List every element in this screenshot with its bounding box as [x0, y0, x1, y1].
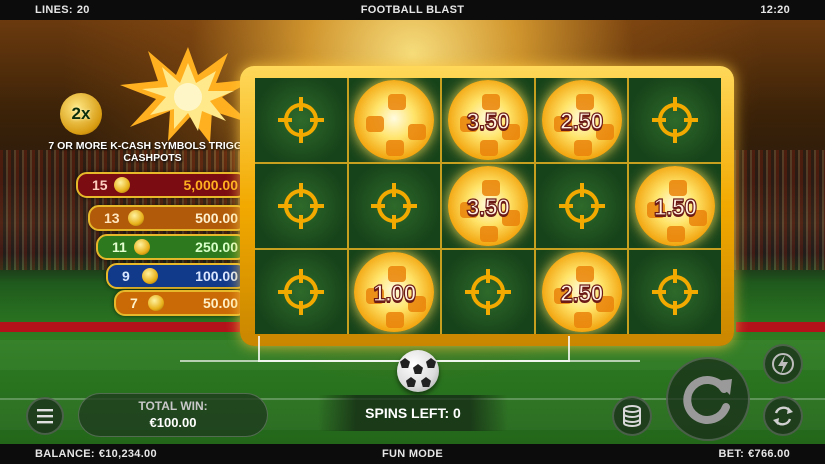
reel-cell [348, 164, 441, 248]
paytable-row: 11 250.00 [96, 234, 248, 260]
paytable-amount: 50.00 [202, 295, 238, 311]
menu-button[interactable] [26, 397, 64, 435]
bet-indicator: BET: €766.00 [718, 448, 790, 460]
total-win-panel: TOTAL WIN: €100.00 [78, 393, 268, 437]
reel-cell: 3.50 [442, 78, 534, 162]
clock: 12:20 [760, 4, 790, 16]
spins-left-label: SPINS LEFT: [365, 405, 450, 421]
reel-cell: 1.50 [629, 164, 721, 248]
paytable-symbol-count: 15 [92, 177, 108, 193]
multiplier-badge: 2x [60, 93, 102, 135]
bet-value: €766.00 [748, 448, 790, 460]
game-screen: LINES: 20 FOOTBALL BLAST 12:20 2x 7 OR MO… [0, 0, 825, 464]
golden-ball-symbol: 2.50 [541, 80, 622, 160]
paytable-amount: 500.00 [195, 210, 238, 226]
reel-cell [348, 78, 441, 162]
ball-cash-value: 3.50 [466, 193, 510, 220]
turbo-button[interactable] [763, 344, 803, 384]
top-bar: LINES: 20 FOOTBALL BLAST 12:20 [0, 0, 825, 20]
football-icon [397, 350, 439, 392]
game-mode: FUN MODE [381, 448, 444, 460]
target-symbol-icon [275, 180, 327, 232]
reel-cell: 2.50 [535, 250, 628, 334]
ball-cash-value: 2.50 [560, 279, 604, 306]
paytable-row: 7 50.00 [114, 290, 248, 316]
reel-cell [255, 164, 347, 248]
target-symbol-icon [275, 266, 327, 318]
target-symbol-icon [556, 180, 608, 232]
reel-grid: 3.50 2.50 3.50 1.50 1.00 2.50 [255, 78, 721, 334]
ball-cash-value: 1.50 [653, 193, 697, 220]
golden-ball-symbol: 3.50 [447, 80, 528, 160]
coin-icon [128, 210, 144, 226]
target-symbol-icon [649, 266, 701, 318]
bet-label: BET: [718, 448, 745, 460]
golden-ball-symbol: 3.50 [447, 166, 528, 246]
game-title: FOOTBALL BLAST [360, 4, 465, 16]
spins-left-value: 0 [453, 405, 461, 421]
golden-ball-symbol: 1.00 [354, 252, 435, 332]
reel-cell [629, 78, 721, 162]
ball-cash-value: 3.50 [466, 107, 510, 134]
target-symbol-icon [368, 180, 420, 232]
cashpot-trigger-text: 7 OR MORE K-CASH SYMBOLS TRIGGER CASHPOT… [48, 140, 257, 164]
coin-icon [148, 295, 164, 311]
target-symbol-icon [275, 94, 327, 146]
paytable-symbol-count: 11 [112, 239, 127, 255]
golden-ball-symbol: 2.50 [541, 252, 622, 332]
reel-cell [629, 250, 721, 334]
lightning-icon [772, 353, 794, 375]
autoplay-icon [773, 406, 793, 426]
reel-cell [255, 78, 347, 162]
reel-cell: 1.00 [348, 250, 441, 334]
coin-stack-icon [623, 405, 641, 427]
explosion-burst-icon [120, 47, 256, 143]
golden-ball-symbol [354, 80, 435, 160]
golden-ball-symbol: 1.50 [635, 166, 716, 246]
paytable-amount: 5,000.00 [183, 177, 239, 193]
reel-cell: 3.50 [442, 164, 534, 248]
total-win-label: TOTAL WIN: [138, 399, 208, 413]
paytable-symbol-count: 13 [104, 210, 120, 226]
paytable-amount: 250.00 [195, 239, 238, 255]
total-win-value: €100.00 [149, 415, 197, 430]
ball-cash-value: 2.50 [560, 107, 604, 134]
ball-cash-value: 1.00 [372, 279, 416, 306]
paytable-amount: 100.00 [195, 268, 238, 284]
target-symbol-icon [649, 94, 701, 146]
target-symbol-icon [462, 266, 514, 318]
reel-cell: 2.50 [535, 78, 628, 162]
spin-button[interactable] [666, 357, 750, 441]
paytable-symbol-count: 9 [122, 268, 130, 284]
coin-icon [142, 268, 158, 284]
paytable-symbol-count: 7 [130, 295, 138, 311]
bottom-bar: BALANCE: €10,234.00 FUN MODE BET: €766.00 [0, 444, 825, 464]
spin-arrow-icon [683, 376, 732, 424]
autoplay-button[interactable] [763, 396, 803, 436]
ad-board-left [0, 322, 240, 332]
ad-board-right [736, 322, 825, 332]
paytable-row: 13 500.00 [88, 205, 248, 231]
paytable-row: 15 5,000.00 [76, 172, 248, 198]
spins-left-panel: SPINS LEFT: 0 [318, 395, 508, 431]
reel-cell [442, 250, 534, 334]
hamburger-icon [37, 409, 53, 424]
paytable-row: 9 100.00 [106, 263, 248, 289]
coin-icon [134, 239, 150, 255]
reel-cell [535, 164, 628, 248]
bet-settings-button[interactable] [612, 396, 652, 436]
coin-icon [114, 177, 130, 193]
reel-cell [255, 250, 347, 334]
